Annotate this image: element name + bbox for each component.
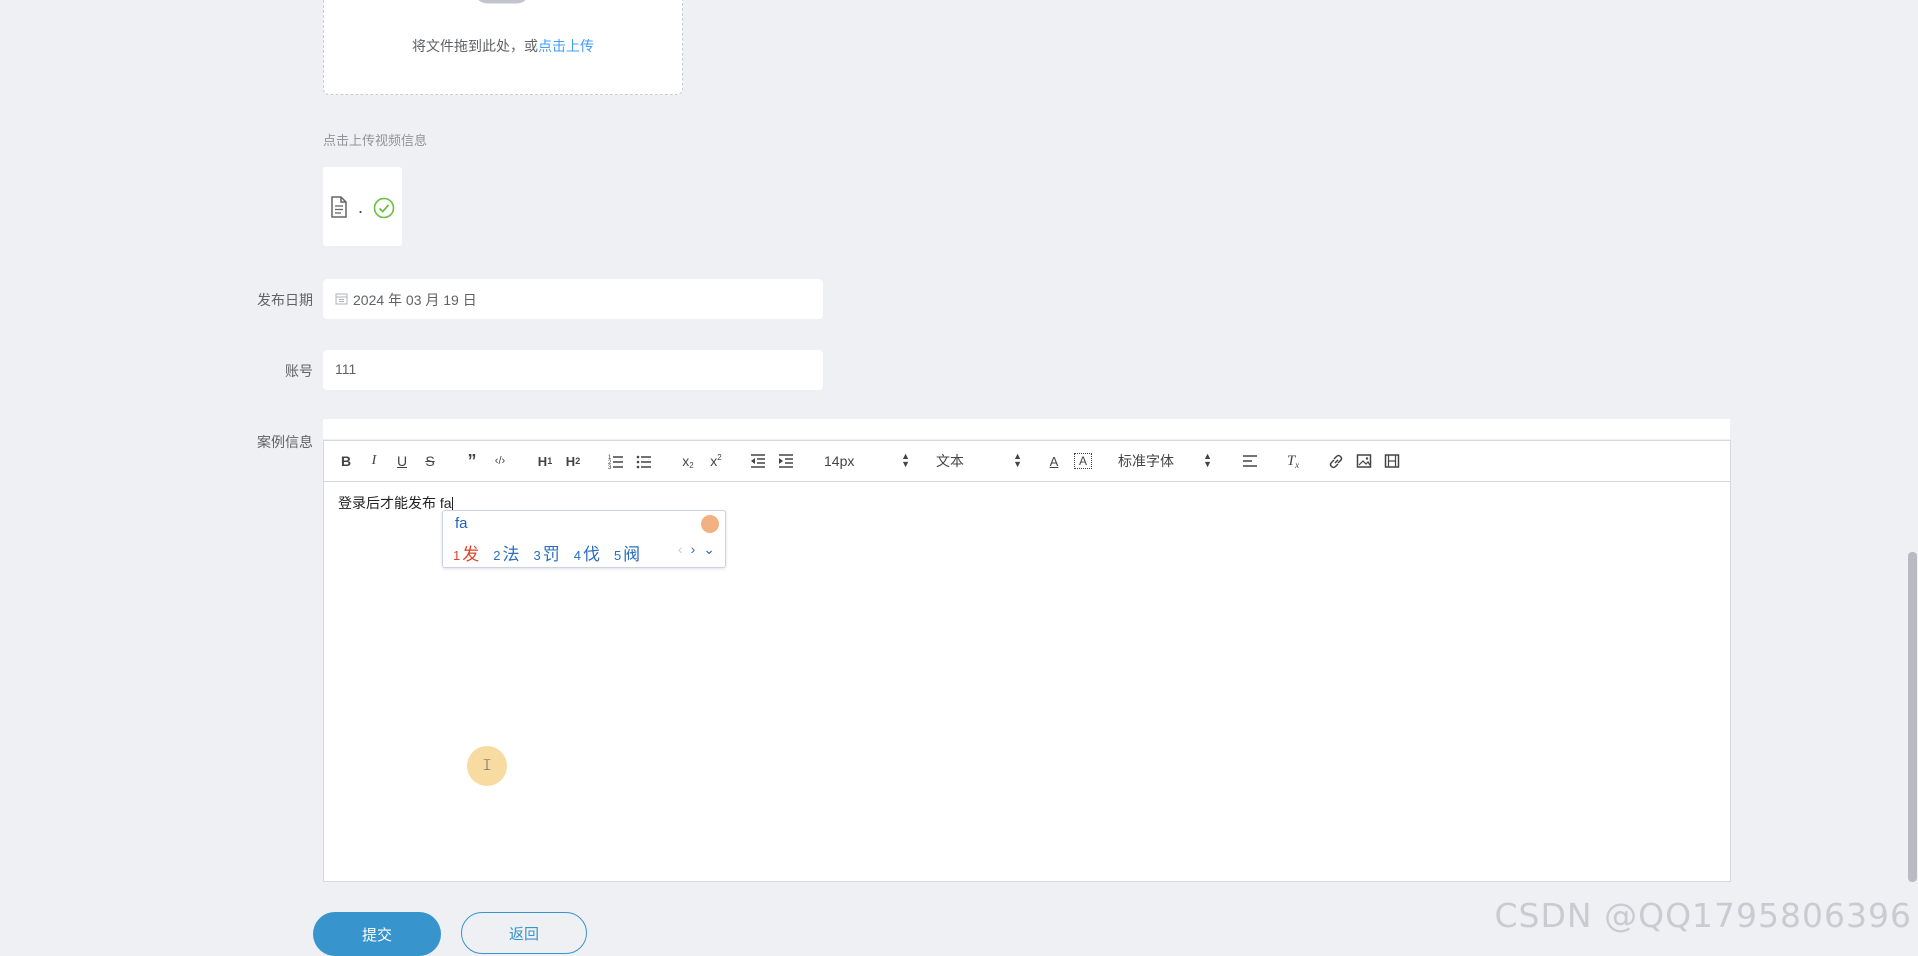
align-left-icon[interactable] [1242,451,1258,471]
svg-text:3: 3 [608,465,612,471]
font-family-value: 标准字体 [1118,453,1174,469]
ordered-list-icon[interactable]: 123 [608,451,624,471]
click-upload-link[interactable]: 点击上传 [538,38,594,54]
watermark: CSDN @QQ1795806396 [1494,896,1912,935]
underline-icon[interactable]: U [394,451,410,471]
ime-composition: fa [455,515,468,532]
header-select-value: 文本 [936,453,964,469]
dropzone-text: 将文件拖到此处，或点击上传 [324,36,682,56]
calendar-icon [335,293,348,305]
page-scrollbar-thumb[interactable] [1908,552,1917,882]
image-icon[interactable] [1356,451,1372,471]
header1-icon[interactable]: H1 [534,451,556,471]
ime-candidate[interactable]: 4伐 [574,540,600,565]
file-name: . [358,197,364,217]
font-size-value: 14px [824,453,855,469]
success-check-icon [373,197,395,219]
publish-date-value: 2024 年 03 月 19 日 [353,292,477,308]
bullet-list-icon[interactable] [636,451,652,471]
select-arrows-icon: ▲ ▼ [1013,451,1022,469]
case-info-label: 案例信息 [257,434,313,450]
ime-nav: ‹ › ⌄ [678,541,715,558]
ime-next-icon[interactable]: › [691,541,696,558]
dropzone-hint: 将文件拖到此处，或 [412,38,538,54]
header2-icon[interactable]: H2 [562,451,584,471]
ime-candidate-popup: fa 1发 2法 3罚 4伐 5阀 ‹ › ⌄ [442,510,726,568]
ime-candidate[interactable]: 3罚 [533,540,559,565]
publish-date-picker[interactable]: 2024 年 03 月 19 日 [323,279,823,319]
text-cursor-icon: 𝙸 [481,757,493,774]
submit-button[interactable]: 提交 [313,912,441,956]
account-input[interactable]: 111 [323,350,823,390]
header-select[interactable]: 文本 ▲ ▼ [936,451,1022,471]
ime-expand-icon[interactable]: ⌄ [703,541,715,558]
outdent-icon[interactable] [750,451,766,471]
uploaded-file-card[interactable]: . [323,167,402,246]
blockquote-icon[interactable]: ” [464,451,480,471]
editor-toolbar: B I U S ” ‹/› H1 H2 123 x2 x2 14px ▲ ▼ 文本… [324,441,1730,482]
rich-text-editor[interactable]: B I U S ” ‹/› H1 H2 123 x2 x2 14px ▲ ▼ 文本… [323,440,1731,882]
link-icon[interactable] [1328,451,1344,471]
code-block-icon[interactable]: ‹/› [492,451,508,471]
upload-video-tip: 点击上传视频信息 [323,133,428,148]
ime-candidate[interactable]: 5阀 [614,540,640,565]
ime-candidate[interactable]: 1发 [453,540,479,565]
clear-format-icon[interactable]: Tx [1284,451,1302,471]
font-family-select[interactable]: 标准字体 ▲ ▼ [1118,451,1212,471]
ime-candidate-list: 1发 2法 3罚 4伐 5阀 [453,540,640,565]
bold-icon[interactable]: B [338,451,354,471]
strike-icon[interactable]: S [422,451,438,471]
mouse-cursor-highlight: 𝙸 [467,746,507,786]
font-size-select[interactable]: 14px ▲ ▼ [824,451,910,471]
editor-top-strip [323,419,1730,439]
document-icon [331,196,347,218]
indent-icon[interactable] [778,451,794,471]
editor-text: 登录后才能发布 fa [338,495,452,511]
editor-content[interactable]: 登录后才能发布 fa [338,493,453,513]
subscript-icon[interactable]: x2 [678,451,698,471]
font-color-icon[interactable]: A [1046,451,1062,471]
italic-icon[interactable]: I [366,451,382,471]
ime-prev-icon[interactable]: ‹ [678,541,683,558]
account-value: 111 [335,361,357,377]
publish-date-label: 发布日期 [257,292,313,308]
superscript-icon[interactable]: x2 [706,451,726,471]
ime-candidate[interactable]: 2法 [493,540,519,565]
account-label: 账号 [285,363,313,379]
select-arrows-icon: ▲ ▼ [901,451,910,469]
cloud-upload-icon [478,0,526,4]
background-color-icon[interactable]: A [1074,453,1092,469]
video-icon[interactable] [1384,451,1400,471]
upload-dropzone[interactable]: 将文件拖到此处，或点击上传 [323,0,683,95]
select-arrows-icon: ▲ ▼ [1203,451,1212,469]
ime-logo-icon [701,515,719,533]
